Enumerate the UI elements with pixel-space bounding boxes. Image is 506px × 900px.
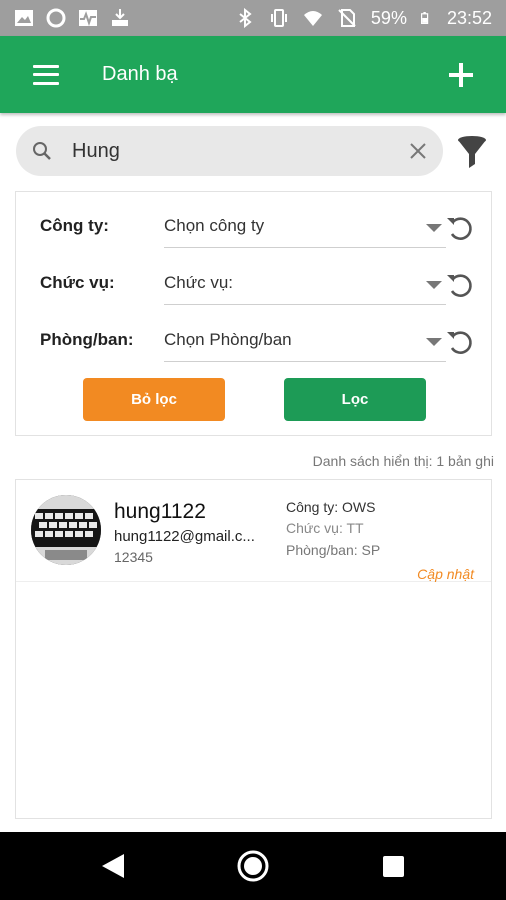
- company-select-value: Chọn công ty: [164, 216, 265, 235]
- vibrate-icon: [270, 9, 287, 27]
- search-input[interactable]: Hung: [72, 140, 409, 163]
- circle-icon: [46, 8, 66, 28]
- reset-icon[interactable]: [444, 269, 476, 301]
- reset-icon[interactable]: [444, 212, 476, 244]
- department-select[interactable]: Chọn Phòng/ban: [164, 318, 446, 362]
- search-icon: [33, 142, 51, 160]
- home-icon[interactable]: [236, 849, 270, 883]
- results-count: Danh sách hiển thị: 1 bản ghi: [312, 453, 494, 469]
- pulse-icon: [79, 10, 97, 27]
- battery-percent: 59%: [370, 7, 407, 28]
- results-list: hung1122 hung1122@gmail.c... 12345 Công …: [15, 479, 492, 819]
- app-bar: Danh bạ: [0, 36, 506, 113]
- apply-filter-button[interactable]: Lọc: [284, 378, 426, 421]
- status-bar: 59% 23:52: [0, 0, 506, 36]
- department-label: Phòng/ban:: [40, 330, 134, 349]
- search-bar: Hung: [16, 126, 443, 176]
- filter-panel: Công ty: Chọn công ty Chức vụ: Chức vụ: …: [15, 191, 492, 436]
- position-select[interactable]: Chức vụ:: [164, 261, 446, 305]
- contact-phone: 12345: [114, 549, 153, 565]
- status-system: 59% 23:52: [235, 8, 492, 29]
- clock: 23:52: [446, 7, 492, 28]
- download-icon: [112, 9, 128, 26]
- chevron-down-icon: [426, 281, 442, 289]
- add-icon[interactable]: [449, 62, 473, 87]
- chevron-down-icon: [426, 338, 442, 346]
- list-item[interactable]: hung1122 hung1122@gmail.c... 12345 Công …: [16, 480, 491, 582]
- company-select[interactable]: Chọn công ty: [164, 204, 446, 248]
- image-icon: [15, 10, 33, 26]
- contact-email: hung1122@gmail.c...: [114, 528, 255, 545]
- back-icon[interactable]: [100, 852, 126, 880]
- wifi-icon: [303, 11, 322, 26]
- contact-department: Phòng/ban: SP: [286, 542, 381, 558]
- update-link[interactable]: Cập nhật: [417, 566, 474, 582]
- clear-icon[interactable]: [409, 142, 427, 160]
- contact-position: Chức vụ: TT: [286, 520, 364, 536]
- contact-name: hung1122: [114, 500, 206, 523]
- position-label: Chức vụ:: [40, 273, 115, 292]
- company-label: Công ty:: [40, 216, 109, 235]
- battery-icon: [420, 12, 429, 24]
- filter-icon[interactable]: [456, 134, 488, 170]
- reset-icon[interactable]: [444, 326, 476, 358]
- chevron-down-icon: [426, 224, 442, 232]
- position-select-value: Chức vụ:: [164, 273, 234, 292]
- recents-icon[interactable]: [383, 856, 404, 877]
- filter-row-position: Chức vụ: Chức vụ:: [16, 255, 493, 305]
- menu-icon[interactable]: [33, 64, 59, 85]
- avatar: [31, 495, 101, 565]
- clear-filter-button[interactable]: Bỏ lọc: [83, 378, 225, 421]
- page-title: Danh bạ: [102, 63, 178, 85]
- filter-row-company: Công ty: Chọn công ty: [16, 198, 493, 248]
- bluetooth-icon: [239, 8, 252, 28]
- status-notifications: [14, 8, 130, 28]
- filter-row-department: Phòng/ban: Chọn Phòng/ban: [16, 312, 493, 362]
- system-nav-bar: [0, 832, 506, 900]
- department-select-value: Chọn Phòng/ban: [164, 330, 292, 349]
- contact-company: Công ty: OWS: [286, 499, 376, 515]
- no-sim-icon: [338, 9, 356, 27]
